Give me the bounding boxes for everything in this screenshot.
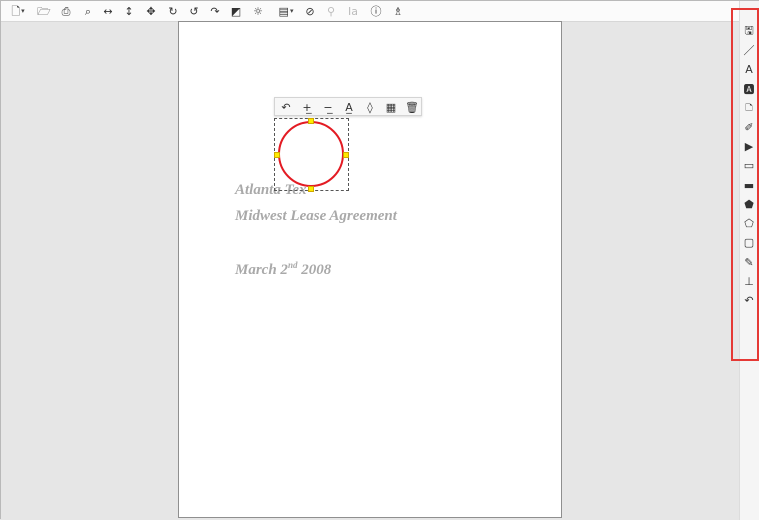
print-icon[interactable]: ⎙ [57, 2, 75, 20]
hierarchy-icon[interactable]: ♗ [389, 2, 407, 20]
open-folder-icon[interactable]: 🗁 [35, 2, 53, 20]
crop-icon[interactable]: ◩ [227, 2, 245, 20]
annotation-toolbar: ↶ +̲ −̲ A̲ ◊ ▦ 🗑 [274, 97, 422, 116]
resize-handle-top[interactable] [308, 118, 314, 124]
date-year: 2008 [297, 262, 332, 278]
fit-height-icon[interactable]: ↕ [120, 2, 138, 20]
sticky-note-tool-icon[interactable]: 🗅 [739, 99, 759, 117]
undo-tool-icon[interactable]: ↶ [739, 291, 759, 309]
undo-annotation-icon[interactable]: ↶ [278, 99, 294, 115]
date-main: March 2 [235, 262, 288, 278]
resize-handle-right[interactable] [343, 152, 349, 158]
stamp-tool-icon[interactable]: ⊥ [739, 272, 759, 290]
delete-annotation-icon[interactable]: 🗑 [404, 99, 420, 115]
redo-icon[interactable]: ↷ [206, 2, 224, 20]
text-box-tool-icon[interactable]: 🅰 [739, 80, 759, 98]
pan-move-icon[interactable]: ✥ [142, 2, 160, 20]
info-icon[interactable]: ⓘ [367, 2, 385, 20]
document-line-date: March 2nd 2008 [235, 260, 331, 279]
rectangle-outline-tool-icon[interactable]: ▭ [739, 156, 759, 174]
zoom-fit-icon[interactable]: ⌕ [79, 2, 97, 20]
fill-color-icon[interactable]: ◊ [362, 99, 378, 115]
text-color-icon[interactable]: A̲ [341, 99, 357, 115]
highlighter-tool-icon[interactable]: ✐ [739, 118, 759, 136]
rotate-counterclockwise-icon[interactable]: ↺ [185, 2, 203, 20]
viewer-window: 🗋 🗁 ⎙ ⌕ ↔ ↕ ✥ ↻ ↺ ↷ ◩ ☼ ▤ ⊘ ⚲ Ia ⓘ ♗ Atl… [0, 0, 759, 520]
rotate-clockwise-icon[interactable]: ↻ [164, 2, 182, 20]
rounded-rectangle-tool-icon[interactable]: ▢ [739, 233, 759, 251]
fit-width-icon[interactable]: ↔ [99, 2, 117, 20]
new-document-icon[interactable]: 🗋 [9, 2, 27, 20]
text-tool-icon[interactable]: A [739, 60, 759, 78]
properties-icon[interactable]: ▦ [383, 99, 399, 115]
freehand-pen-tool-icon[interactable]: ✎ [739, 253, 759, 271]
ocr-text-icon[interactable]: Ia [344, 2, 362, 20]
search-icon[interactable]: ⚲ [322, 2, 340, 20]
resize-handle-bottom[interactable] [308, 186, 314, 192]
filled-polygon-tool-icon[interactable]: ⬟ [739, 195, 759, 213]
circle-annotation[interactable] [278, 121, 344, 187]
polygon-tool-icon[interactable]: ⬠ [739, 214, 759, 232]
save-annotations-icon[interactable]: 🖫 [739, 22, 759, 40]
hide-annotations-icon[interactable]: ⊘ [301, 2, 319, 20]
brightness-icon[interactable]: ☼ [249, 2, 267, 20]
document-line-title: Midwest Lease Agreement [235, 208, 397, 224]
main-toolbar: 🗋 🗁 ⎙ ⌕ ↔ ↕ ✥ ↻ ↺ ↷ ◩ ☼ ▤ ⊘ ⚲ Ia ⓘ ♗ [1, 1, 758, 22]
increase-line-width-icon[interactable]: +̲ [299, 99, 315, 115]
line-tool-icon[interactable]: ／ [739, 41, 759, 59]
resize-handle-left[interactable] [274, 152, 280, 158]
decrease-line-width-icon[interactable]: −̲ [320, 99, 336, 115]
image-settings-icon[interactable]: ▤ [275, 2, 297, 20]
redaction-tool-icon[interactable]: ▶ [739, 137, 759, 155]
filled-rectangle-tool-icon[interactable]: ▬ [739, 176, 759, 194]
